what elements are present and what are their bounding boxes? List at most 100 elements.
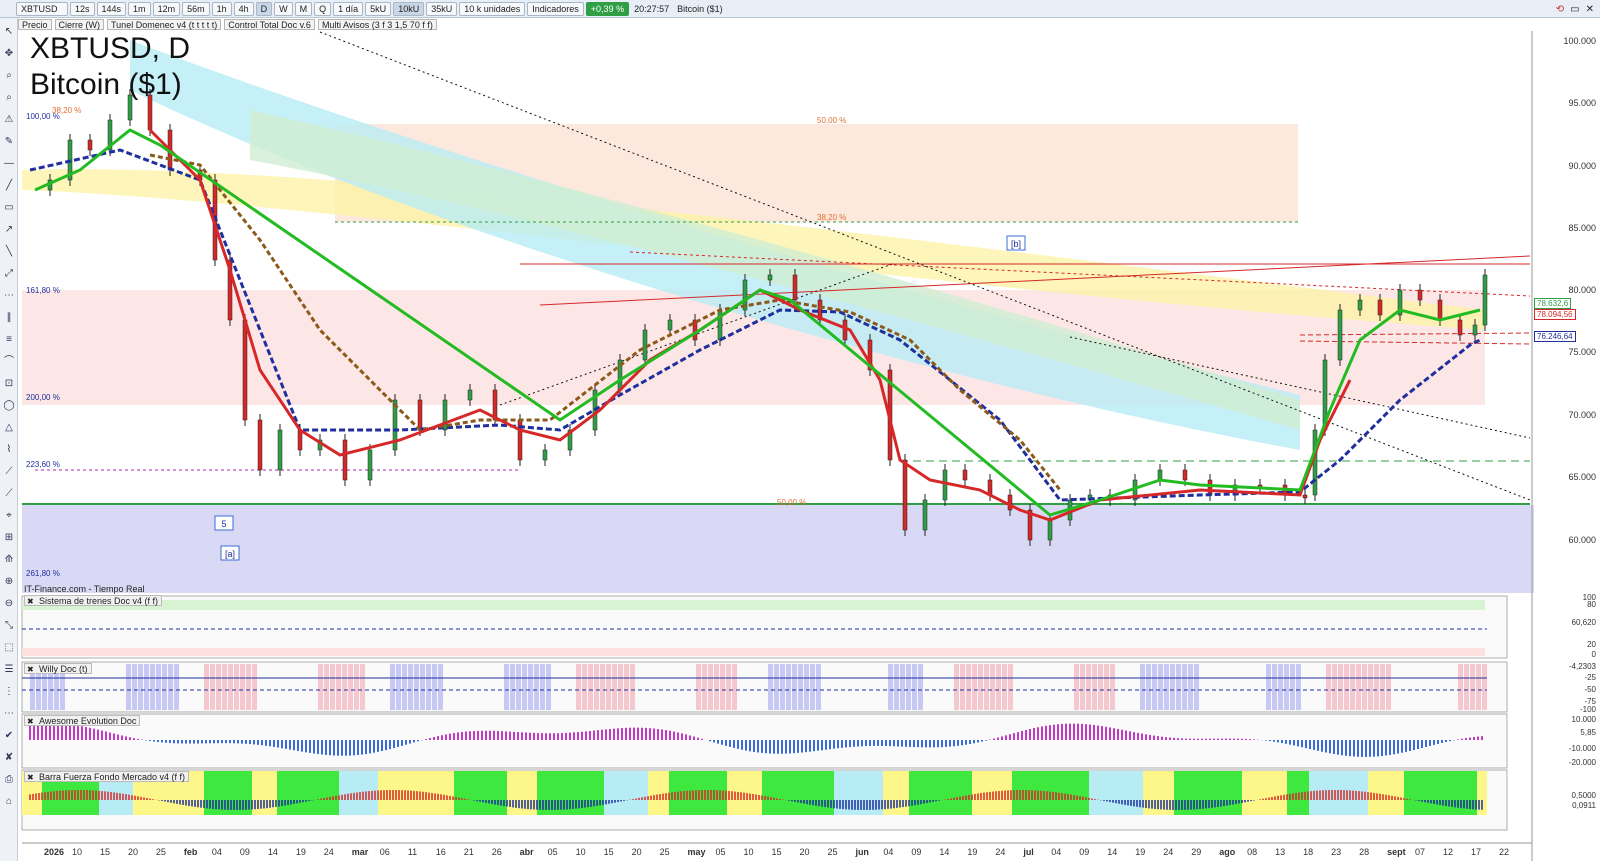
timeframe-1m-button[interactable]: 1m <box>128 1 151 16</box>
indicator-toggle[interactable]: Precio <box>18 19 52 30</box>
panel-label-awesome[interactable]: ✖ Awesome Evolution Doc <box>24 715 141 726</box>
drawing-tool-icon[interactable]: ↖ <box>3 26 15 38</box>
close-icon[interactable]: ✕ <box>1586 4 1594 15</box>
indicator-toggle[interactable]: Multi Avisos (3 f 3 1,5 70 f f) <box>317 19 437 30</box>
drawing-tool-icon[interactable]: ⋯ <box>3 290 15 302</box>
drawing-tool-icon[interactable]: ⊞ <box>3 532 15 544</box>
date-axis-label: sept <box>1387 847 1406 857</box>
indicator-toggle[interactable]: Cierre (W) <box>54 19 105 30</box>
sync-icon[interactable]: ⟲ <box>1556 4 1564 15</box>
willy-bar <box>330 664 335 710</box>
drawing-tool-icon[interactable]: ⊡ <box>3 378 15 390</box>
drawing-tool-icon[interactable]: ⌖ <box>3 510 15 522</box>
timeframe-w-button[interactable]: W <box>274 1 293 16</box>
drawing-tool-icon[interactable]: ✎ <box>3 136 15 148</box>
candle-body <box>1007 494 1013 511</box>
symbol-select[interactable]: XBTUSD <box>16 1 68 16</box>
drawing-tool-icon[interactable]: ⌂ <box>3 796 15 808</box>
drawing-tool-icon[interactable]: ↗ <box>3 224 15 236</box>
drawing-tool-icon[interactable]: ◯ <box>3 400 15 412</box>
date-axis-label: 24 <box>323 847 334 857</box>
chart-canvas[interactable]: 100,00 %161,80 %200,00 %223,60 %261,80 %… <box>18 31 1600 861</box>
timeframe-4h-button[interactable]: 4h <box>233 1 254 16</box>
date-axis-label: 16 <box>435 847 446 857</box>
willy-bar <box>1146 664 1151 710</box>
willy-bar <box>318 664 323 710</box>
drawing-tool-icon[interactable]: ⬚ <box>3 642 15 654</box>
unit-10ku-button[interactable]: 10kU <box>393 1 425 16</box>
willy-bar <box>810 664 815 710</box>
drawing-tool-icon[interactable]: ✘ <box>3 752 15 764</box>
drawing-tool-icon[interactable]: ⌒ <box>3 356 15 368</box>
unit-5ku-button[interactable]: 5kU <box>365 1 392 16</box>
timeframe-m-button[interactable]: M <box>294 1 313 16</box>
drawing-tool-icon[interactable]: ∥ <box>3 312 15 324</box>
panel-axis-label: -25 <box>1584 673 1596 682</box>
drawing-tool-icon[interactable]: ✥ <box>3 48 15 60</box>
timeframe-1h-button[interactable]: 1h <box>211 1 232 16</box>
date-axis-label: 08 <box>1247 847 1258 857</box>
timeframe-56m-button[interactable]: 56m <box>182 1 210 16</box>
timeframe-d-button[interactable]: D <box>255 1 273 16</box>
drawing-tool-icon[interactable]: ⌕ <box>3 70 15 82</box>
willy-bar <box>132 664 137 710</box>
drawing-tool-icon[interactable]: ⟋ <box>3 488 15 500</box>
price-tag: 78.632,6 <box>1534 298 1572 309</box>
drawing-tool-icon[interactable]: ☰ <box>3 664 15 676</box>
timeframe-12s-button[interactable]: 12s <box>70 1 95 16</box>
timeframe-144s-button[interactable]: 144s <box>96 1 127 16</box>
drawing-tool-icon[interactable]: ╱ <box>3 180 15 192</box>
drawing-tool-icon[interactable]: ⌇ <box>3 444 15 456</box>
date-axis-label: 23 <box>1331 847 1342 857</box>
price-axis-label: 65.000 <box>1568 472 1596 482</box>
candle-body <box>257 419 263 471</box>
price-axis-label: 95.000 <box>1568 98 1596 108</box>
drawing-tool-icon[interactable]: — <box>3 158 15 170</box>
panel-axis-label: -4,2303 <box>1568 662 1596 671</box>
panel-label-willy[interactable]: ✖ Willy Doc (t) <box>24 663 92 674</box>
fib-label: 200,00 % <box>26 393 60 402</box>
candle-body <box>542 449 548 461</box>
panel-label-trenes[interactable]: ✖ Sistema de trenes Doc v4 (f f) <box>24 595 163 606</box>
drawing-tool-icon[interactable]: ⎙ <box>3 774 15 786</box>
panel-label-barra[interactable]: ✖ Barra Fuerza Fondo Mercado v4 (f f) <box>24 771 190 782</box>
drawing-tool-icon[interactable]: ⊖ <box>3 598 15 610</box>
drawing-tool-icon[interactable]: ▭ <box>3 202 15 214</box>
price-axis-label: 85.000 <box>1568 223 1596 233</box>
willy-bar <box>342 664 347 710</box>
drawing-tool-icon[interactable]: ⟋ <box>3 466 15 478</box>
date-axis-label: 19 <box>1135 847 1146 857</box>
date-axis-label: jul <box>1023 847 1034 857</box>
willy-bar <box>168 664 173 710</box>
unit-select[interactable]: 10 k unidades <box>459 1 526 16</box>
drawing-tool-icon[interactable]: ✔ <box>3 730 15 742</box>
indicator-toggle[interactable]: Tunel Domenec v4 (t t t t t) <box>107 19 222 30</box>
willy-bar <box>426 664 431 710</box>
drawing-tool-icon[interactable]: ⋯ <box>3 708 15 720</box>
unit-35ku-button[interactable]: 35kU <box>426 1 458 16</box>
timeframe-12m-button[interactable]: 12m <box>152 1 181 16</box>
date-axis-label: 09 <box>911 847 922 857</box>
panel-axis-label: 5,85 <box>1580 728 1596 737</box>
period-select[interactable]: 1 día <box>333 1 364 16</box>
willy-bar <box>696 664 701 710</box>
drawing-tool-icon[interactable]: ╲ <box>3 246 15 258</box>
willy-bar <box>1464 664 1469 710</box>
indicator-toggle[interactable]: Control Total Doc v.6 <box>224 19 315 30</box>
willy-bar <box>702 664 707 710</box>
drawing-tool-icon[interactable]: ⤡ <box>3 620 15 632</box>
fib-label: 161,80 % <box>26 286 60 295</box>
willy-bar <box>228 664 233 710</box>
drawing-tool-icon[interactable]: ⟰ <box>3 554 15 566</box>
drawing-tool-icon[interactable]: ⌕ <box>3 92 15 104</box>
timeframe-q-button[interactable]: Q <box>314 1 332 16</box>
drawing-tool-icon[interactable]: ⚠ <box>3 114 15 126</box>
drawing-tool-icon[interactable]: △ <box>3 422 15 434</box>
indicators-button[interactable]: Indicadores <box>527 1 584 16</box>
wave-label: 5 <box>221 519 226 529</box>
drawing-tool-icon[interactable]: ⊕ <box>3 576 15 588</box>
minimize-icon[interactable]: ▭ <box>1570 4 1579 15</box>
drawing-tool-icon[interactable]: ⤢ <box>3 268 15 280</box>
drawing-tool-icon[interactable]: ⋮ <box>3 686 15 698</box>
drawing-tool-icon[interactable]: ≡ <box>3 334 15 346</box>
